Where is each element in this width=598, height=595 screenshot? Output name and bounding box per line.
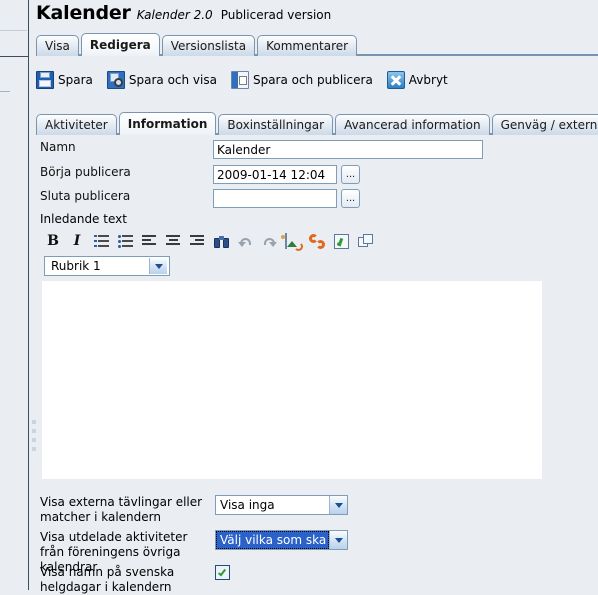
save-and-publish-button-label: Spara och publicera — [252, 73, 373, 87]
rich-text-toolbar: B I — [42, 230, 542, 252]
setting-label-external-events: Visa externa tävlingar eller matcher i k… — [40, 495, 203, 524]
tab-kommentarer[interactable]: Kommentarer — [257, 35, 358, 56]
find-button[interactable] — [210, 231, 232, 251]
save-and-view-button-label: Spara och visa — [128, 73, 217, 87]
name-input[interactable] — [213, 140, 483, 159]
tab-avancerad-information[interactable]: Avancerad information — [335, 114, 490, 135]
splitter-dots — [32, 420, 36, 456]
ordered-list-button[interactable] — [90, 231, 112, 251]
publish-hand-icon — [230, 71, 249, 89]
tab-label: Genväg / extern länk — [500, 118, 598, 132]
cancel-button[interactable]: Avbryt — [386, 71, 448, 89]
bold-icon: B — [47, 233, 59, 249]
panel-splitter-handle[interactable] — [0, 280, 36, 530]
save-and-view-button[interactable]: Spara och visa — [106, 71, 217, 89]
align-right-icon — [190, 235, 204, 247]
shared-activities-value: Välj vilka som ska visas — [216, 531, 329, 549]
tab-label: Aktiviteter — [45, 118, 108, 132]
unordered-list-icon — [117, 235, 133, 248]
external-events-value: Visa inga — [220, 498, 275, 512]
paragraph-style-value: Rubrik 1 — [51, 259, 101, 273]
ordered-list-icon — [93, 235, 109, 247]
paragraph-style-select[interactable]: Rubrik 1 — [44, 256, 170, 276]
tab-boxinstallningar[interactable]: Boxinställningar — [218, 114, 334, 135]
chevron-down-icon — [329, 496, 347, 514]
field-row-publish-start: Börja publicera ... — [40, 165, 360, 184]
chevron-down-icon — [149, 258, 167, 274]
publish-start-datepicker-button[interactable]: ... — [341, 165, 360, 184]
publish-end-label: Sluta publicera — [40, 189, 131, 203]
publish-start-input[interactable] — [213, 165, 337, 184]
tab-label: Boxinställningar — [227, 118, 325, 132]
tab-label: Avancerad information — [344, 118, 481, 132]
page-state-text: Publicerad version — [220, 8, 332, 22]
spellcheck-button[interactable] — [330, 231, 352, 251]
holiday-names-checkbox[interactable] — [215, 565, 230, 580]
insert-image-icon — [284, 232, 303, 251]
rail-divider-low — [0, 91, 10, 92]
tab-aktiviteter[interactable]: Aktiviteter — [36, 114, 117, 135]
blue-x-icon — [386, 71, 405, 89]
insert-link-icon — [309, 233, 325, 249]
align-center-button[interactable] — [162, 231, 184, 251]
rail-divider-top — [0, 30, 27, 31]
action-toolbar: Spara Spara och visa Spara och publicera… — [36, 66, 462, 94]
tab-label: Kommentarer — [266, 39, 349, 53]
rich-text-editor-area[interactable] — [42, 281, 542, 479]
page-title: Kalender Kalender 2.0 Publicerad version — [36, 2, 331, 26]
tab-label: Visa — [45, 39, 70, 53]
publish-end-input[interactable] — [213, 189, 337, 208]
intro-text-label: Inledande text — [40, 212, 127, 226]
chevron-down-icon — [329, 531, 347, 549]
align-center-icon — [166, 235, 180, 247]
save-button-label: Spara — [58, 73, 93, 87]
floppy-disk-icon — [36, 71, 54, 89]
page-version-text: Kalender 2.0 — [136, 8, 213, 22]
publish-end-datepicker-button[interactable]: ... — [341, 189, 360, 208]
tab-label: Versionslista — [170, 39, 247, 53]
redo-button[interactable] — [258, 231, 280, 251]
tab-information[interactable]: Information — [118, 112, 217, 135]
undo-icon — [237, 235, 253, 248]
tab-visa[interactable]: Visa — [36, 35, 79, 56]
popup-window-icon — [357, 234, 373, 248]
save-button[interactable]: Spara — [36, 71, 93, 89]
insert-image-button[interactable] — [282, 231, 304, 251]
main-tab-bar: Visa Redigera Versionslista Kommentarer — [36, 31, 598, 56]
page-root: Kalender Kalender 2.0 Publicerad version… — [0, 0, 598, 594]
page-title-text: Kalender — [36, 2, 131, 24]
floppy-magnifier-icon — [106, 71, 125, 89]
setting-label-holiday-names: Visa namn på svenska helgdagar i kalende… — [40, 565, 175, 594]
rail-divider-mid — [0, 56, 28, 57]
align-right-button[interactable] — [186, 231, 208, 251]
popup-window-button[interactable] — [354, 231, 376, 251]
align-left-button[interactable] — [138, 231, 160, 251]
external-events-select[interactable]: Visa inga — [215, 495, 348, 515]
bold-button[interactable]: B — [42, 231, 64, 251]
tab-label: Redigera — [89, 38, 151, 52]
align-left-icon — [142, 235, 156, 247]
name-label: Namn — [40, 140, 76, 154]
italic-button[interactable]: I — [66, 231, 88, 251]
tab-versionslista[interactable]: Versionslista — [161, 35, 256, 56]
spellcheck-icon — [333, 233, 349, 249]
setting-row-external-events: Visa externa tävlingar eller matcher i k… — [40, 495, 348, 525]
redo-icon — [262, 235, 277, 248]
sub-tab-bar: Aktiviteter Information Boxinställningar… — [36, 111, 598, 135]
shared-activities-select[interactable]: Välj vilka som ska visas — [215, 530, 348, 550]
tab-redigera[interactable]: Redigera — [80, 33, 160, 56]
field-row-name: Namn — [40, 140, 483, 159]
field-row-publish-end: Sluta publicera ... — [40, 189, 360, 208]
italic-icon: I — [73, 233, 81, 249]
setting-row-holiday-names: Visa namn på svenska helgdagar i kalende… — [40, 565, 230, 595]
cancel-button-label: Avbryt — [408, 73, 448, 87]
save-and-publish-button[interactable]: Spara och publicera — [230, 71, 373, 89]
tab-genvag-extern-lank[interactable]: Genväg / extern länk — [491, 114, 598, 135]
unordered-list-button[interactable] — [114, 231, 136, 251]
publish-start-label: Börja publicera — [40, 165, 131, 179]
undo-button[interactable] — [234, 231, 256, 251]
tab-label: Information — [127, 117, 208, 131]
find-binoculars-icon — [213, 235, 229, 248]
insert-link-button[interactable] — [306, 231, 328, 251]
